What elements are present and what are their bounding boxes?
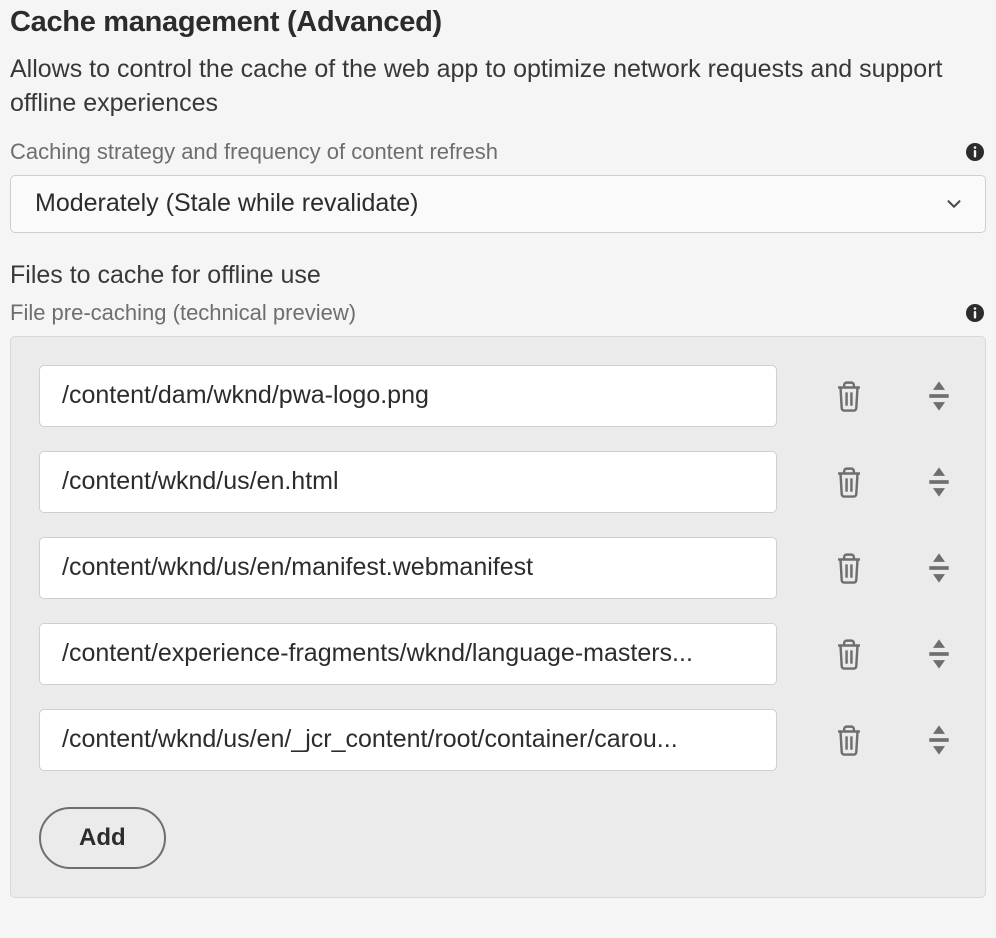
file-path-text: /content/wknd/us/en.html xyxy=(62,467,339,496)
caching-strategy-value: Moderately (Stale while revalidate) xyxy=(35,189,419,218)
precache-label: File pre-caching (technical preview) xyxy=(10,300,356,326)
reorder-icon xyxy=(924,551,954,585)
file-path-input[interactable]: /content/dam/wknd/pwa-logo.png xyxy=(39,365,777,427)
strategy-label: Caching strategy and frequency of conten… xyxy=(10,139,498,165)
reorder-icon xyxy=(924,379,954,413)
file-row: /content/wknd/us/en/manifest.webmanifest xyxy=(39,537,957,599)
file-row: /content/wknd/us/en/_jcr_content/root/co… xyxy=(39,709,957,771)
chevron-down-icon xyxy=(943,193,965,215)
precache-label-row: File pre-caching (technical preview) xyxy=(10,300,986,326)
delete-button[interactable] xyxy=(831,634,867,674)
file-path-text: /content/wknd/us/en/manifest.webmanifest xyxy=(62,553,533,582)
reorder-icon xyxy=(924,465,954,499)
delete-button[interactable] xyxy=(831,462,867,502)
info-icon[interactable] xyxy=(964,302,986,324)
file-path-text: /content/dam/wknd/pwa-logo.png xyxy=(62,381,429,410)
file-path-text: /content/wknd/us/en/_jcr_content/root/co… xyxy=(62,725,678,754)
file-row: /content/wknd/us/en.html xyxy=(39,451,957,513)
trash-icon xyxy=(834,637,864,671)
delete-button[interactable] xyxy=(831,720,867,760)
reorder-handle[interactable] xyxy=(921,376,957,416)
reorder-handle[interactable] xyxy=(921,720,957,760)
file-path-input[interactable]: /content/wknd/us/en/_jcr_content/root/co… xyxy=(39,709,777,771)
trash-icon xyxy=(834,465,864,499)
file-path-text: /content/experience-fragments/wknd/langu… xyxy=(62,639,693,668)
file-path-input[interactable]: /content/experience-fragments/wknd/langu… xyxy=(39,623,777,685)
delete-button[interactable] xyxy=(831,376,867,416)
trash-icon xyxy=(834,723,864,757)
precache-panel: /content/dam/wknd/pwa-logo.png xyxy=(10,336,986,898)
file-path-input[interactable]: /content/wknd/us/en/manifest.webmanifest xyxy=(39,537,777,599)
reorder-handle[interactable] xyxy=(921,548,957,588)
offline-heading: Files to cache for offline use xyxy=(10,261,986,290)
reorder-handle[interactable] xyxy=(921,634,957,674)
info-icon[interactable] xyxy=(964,141,986,163)
section-title: Cache management (Advanced) xyxy=(10,6,986,39)
file-row: /content/experience-fragments/wknd/langu… xyxy=(39,623,957,685)
file-path-input[interactable]: /content/wknd/us/en.html xyxy=(39,451,777,513)
delete-button[interactable] xyxy=(831,548,867,588)
reorder-icon xyxy=(924,637,954,671)
trash-icon xyxy=(834,379,864,413)
strategy-label-row: Caching strategy and frequency of conten… xyxy=(10,139,986,165)
reorder-handle[interactable] xyxy=(921,462,957,502)
trash-icon xyxy=(834,551,864,585)
add-button[interactable]: Add xyxy=(39,807,166,869)
section-description: Allows to control the cache of the web a… xyxy=(10,53,986,121)
caching-strategy-select[interactable]: Moderately (Stale while revalidate) xyxy=(10,175,986,233)
file-row: /content/dam/wknd/pwa-logo.png xyxy=(39,365,957,427)
cache-management-panel: Cache management (Advanced) Allows to co… xyxy=(0,0,996,908)
reorder-icon xyxy=(924,723,954,757)
file-list: /content/dam/wknd/pwa-logo.png xyxy=(39,365,957,771)
